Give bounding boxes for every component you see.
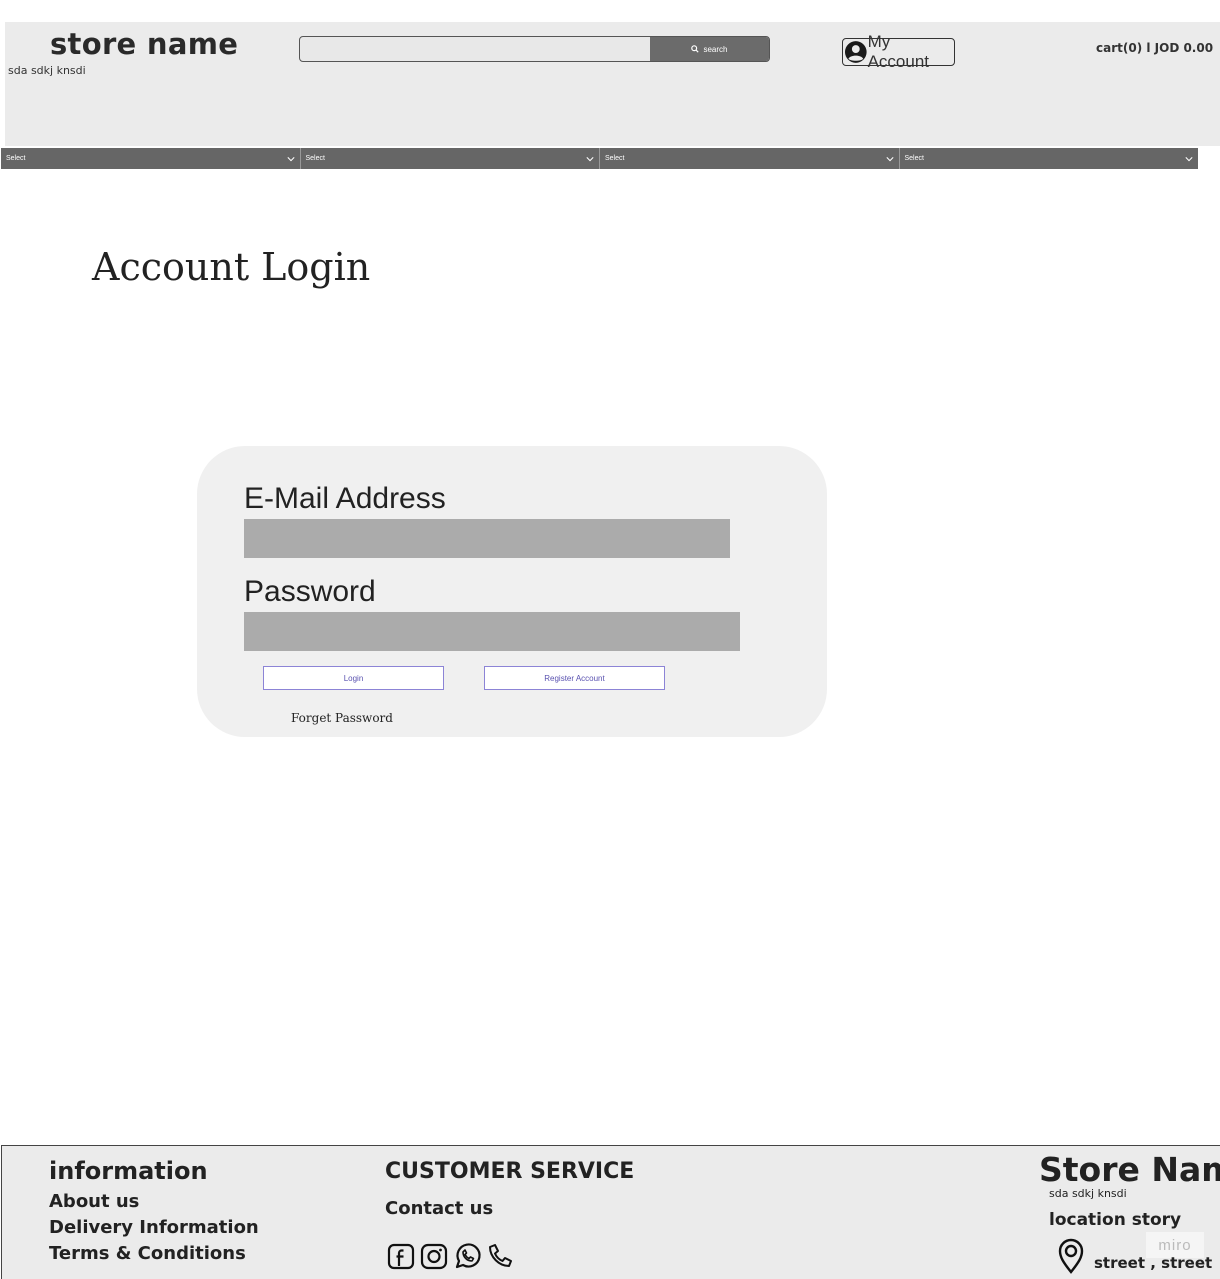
footer-link-terms[interactable]: Terms & Conditions	[49, 1243, 246, 1264]
category-select-2[interactable]: Select	[300, 148, 600, 169]
footer-store-tagline: sda sdkj knsdi	[1049, 1187, 1127, 1200]
search-bar: search	[299, 36, 770, 62]
category-select-value: Select	[305, 155, 325, 162]
login-form: E-Mail Address Password Login Register A…	[197, 446, 827, 737]
my-account-button[interactable]: My Account	[842, 32, 955, 71]
footer-store-name: Store Name	[1039, 1150, 1220, 1189]
my-account-label: My Account	[867, 32, 930, 71]
email-field[interactable]	[244, 519, 730, 558]
footer-customer-service-heading: CUSTOMER SERVICE	[385, 1159, 635, 1184]
chevron-down-icon	[286, 156, 295, 161]
footer-information-heading: information	[49, 1157, 208, 1185]
social-icons	[386, 1241, 515, 1271]
category-select-value: Select	[6, 155, 26, 162]
user-icon	[844, 41, 867, 63]
location-pin-icon	[1058, 1238, 1084, 1274]
chevron-down-icon	[885, 156, 894, 161]
store-tagline: sda sdkj knsdi	[8, 64, 86, 77]
forgot-password-link[interactable]: Forget Password	[291, 711, 393, 725]
cart-summary[interactable]: cart(0) l JOD 0.00	[1096, 41, 1213, 55]
page-title: Account Login	[92, 245, 371, 289]
footer-link-delivery[interactable]: Delivery Information	[49, 1217, 259, 1238]
store-logo-name[interactable]: store name	[50, 27, 238, 61]
category-select-value: Select	[904, 155, 924, 162]
footer-address: street , street	[1094, 1254, 1213, 1272]
search-icon	[691, 45, 700, 53]
footer-link-about[interactable]: About us	[49, 1191, 139, 1212]
category-nav: Select Select Select Select	[1, 148, 1198, 169]
chevron-down-icon	[586, 156, 594, 161]
email-label: E-Mail Address	[244, 482, 446, 515]
category-select-3[interactable]: Select	[600, 148, 900, 169]
search-button-label: search	[703, 44, 728, 54]
password-field[interactable]	[244, 612, 740, 651]
register-account-button[interactable]: Register Account	[484, 666, 665, 690]
password-label: Password	[244, 575, 376, 608]
search-button[interactable]: search	[650, 37, 769, 61]
search-input[interactable]	[300, 37, 650, 61]
site-footer: information About us Delivery Informatio…	[1, 1145, 1220, 1279]
category-select-value: Select	[605, 155, 625, 162]
category-select-1[interactable]: Select	[1, 148, 301, 169]
chevron-down-icon	[1185, 156, 1193, 161]
facebook-icon[interactable]	[386, 1241, 416, 1271]
footer-location-heading: location story	[1049, 1210, 1182, 1230]
phone-icon[interactable]	[485, 1241, 515, 1271]
login-button[interactable]: Login	[263, 666, 444, 690]
footer-link-contact[interactable]: Contact us	[385, 1198, 493, 1219]
whatsapp-icon[interactable]	[452, 1241, 482, 1271]
instagram-icon[interactable]	[419, 1241, 449, 1271]
category-select-4[interactable]: Select	[899, 148, 1198, 169]
